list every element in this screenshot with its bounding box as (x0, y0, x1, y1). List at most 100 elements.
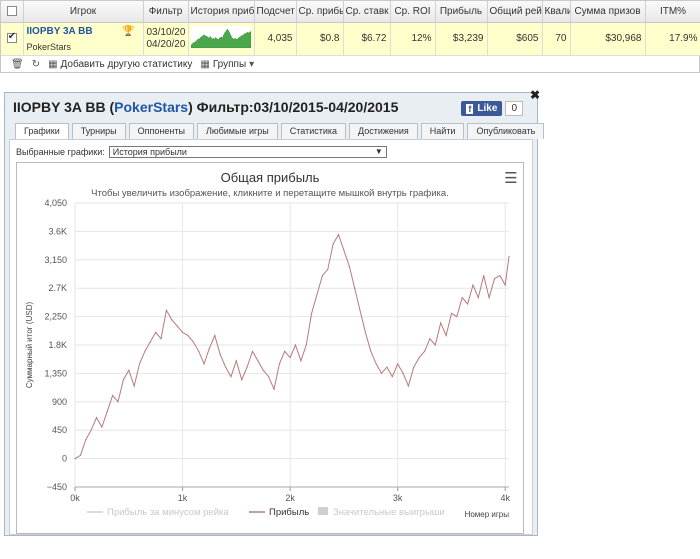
profit-data-point (402, 372, 404, 374)
select-all-checkbox[interactable] (6, 6, 17, 17)
header-profit[interactable]: Прибыль (435, 1, 488, 23)
filter-from: 03/10/20 (146, 26, 186, 38)
tab-publish[interactable]: Опубликовать (467, 123, 545, 139)
table-row[interactable]: IIOPBY 3A BB PokerStars 🏆 03/10/20 04/20… (1, 22, 700, 56)
legend-item-profit[interactable]: Прибыль (269, 507, 309, 518)
x-tick-label: 1k (178, 493, 188, 503)
chart-select-value: История прибыли (112, 147, 187, 157)
profit-data-point (257, 360, 259, 362)
profit-data-point (230, 376, 232, 378)
header-prize-sum[interactable]: Сумма призов (570, 1, 646, 23)
groups-label: Группы (212, 59, 247, 70)
profit-data-point (508, 256, 510, 258)
profit-data-point (273, 388, 275, 390)
profit-data-point (106, 410, 108, 412)
profit-data-point (165, 309, 167, 311)
tab-find[interactable]: Найти (420, 123, 465, 139)
profit-data-point (171, 319, 173, 321)
row-checkbox[interactable] (6, 31, 17, 44)
y-tick-label: 1.8K (48, 340, 67, 350)
trash-icon[interactable]: 🗑 (11, 59, 24, 70)
profit-data-point (359, 309, 361, 311)
chart-subtitle: Чтобы увеличить изображение, кликните и … (91, 188, 449, 199)
header-qual[interactable]: Квали (542, 1, 571, 23)
header-filter[interactable]: Фильтр (143, 1, 189, 23)
header-total-rake[interactable]: Общий рейк (487, 1, 543, 23)
y-axis-label: Суммарный итог (USD) (25, 302, 34, 389)
profit-data-point (294, 344, 297, 346)
y-tick-label: 900 (52, 397, 67, 407)
window-tabs: Графики Турниры Оппоненты Любимые игры С… (15, 123, 545, 139)
header-avg-profit[interactable]: Ср. прибы (296, 1, 344, 23)
menu-icon[interactable]: ☰ (504, 169, 517, 187)
total-rake-cell: $605 (487, 22, 543, 56)
header-player[interactable]: Игрок (23, 1, 144, 23)
tab-opponents[interactable]: Оппоненты (128, 123, 194, 139)
y-tick-label: 1,350 (44, 368, 67, 378)
profit-data-point (300, 360, 302, 362)
chart-selector-row: Выбранные графики: История прибыли ▼ (16, 146, 387, 158)
profit-data-point (268, 376, 270, 378)
profit-data-point (289, 357, 291, 359)
y-tick-label: 3,150 (44, 255, 67, 265)
qual-cell: 70 (542, 22, 571, 56)
header-avg-stake[interactable]: Ср. ставк (343, 1, 391, 23)
legend-item-net-profit[interactable]: Прибыль за минусом рейка (107, 507, 229, 518)
profit-data-point (407, 385, 409, 387)
header-select[interactable] (1, 1, 24, 23)
close-icon[interactable]: ✖ (529, 89, 541, 101)
header-profit-history[interactable]: История прибы (188, 1, 255, 23)
groups-dropdown[interactable]: ▦ Группы ▾ (200, 59, 254, 70)
profit-sparkline[interactable] (190, 26, 251, 49)
refresh-icon[interactable]: ↻ (32, 59, 40, 70)
add-stats-button[interactable]: ▦ Добавить другую статистику (48, 59, 192, 70)
player-cell[interactable]: IIOPBY 3A BB PokerStars 🏆 (23, 22, 144, 56)
fb-like-label: Like (477, 103, 498, 114)
legend-item-big-wins[interactable]: Значительные выигрыши (333, 507, 445, 518)
y-tick-label: 2.7K (48, 283, 67, 293)
profit-data-point (241, 379, 243, 381)
avg-roi-cell: 12% (390, 22, 436, 56)
profit-data-point (101, 426, 103, 428)
player-window: ✖ IIOPBY 3A BB (PokerStars) Фильтр:03/10… (4, 89, 545, 536)
profit-chart-svg[interactable]: Общая прибыль Чтобы увеличить изображение… (17, 163, 523, 533)
chart-select[interactable]: История прибыли ▼ (108, 146, 387, 158)
profit-history-cell[interactable] (188, 22, 255, 56)
itm-cell: 17.9% (645, 22, 700, 56)
header-count[interactable]: Подсчет (254, 1, 297, 23)
profit-chart[interactable]: Общая прибыль Чтобы увеличить изображение… (16, 162, 524, 534)
y-tick-label: 2,250 (44, 312, 67, 322)
profit-data-point (79, 454, 81, 456)
row-select[interactable] (1, 22, 24, 56)
profit-data-point (337, 234, 340, 236)
avg-profit-cell: $0.8 (296, 22, 344, 56)
stats-toolbar: 🗑 ↻ ▦ Добавить другую статистику ▦ Групп… (1, 56, 699, 73)
profit-series-line (74, 233, 510, 460)
chart-title: Общая прибыль (221, 170, 320, 185)
profit-data-point (251, 350, 254, 352)
title-filter: Фильтр:03/10/2015-04/20/2015 (196, 99, 399, 115)
profit-data-point (386, 366, 388, 368)
tab-achievements[interactable]: Достижения (349, 123, 418, 139)
tab-statistics[interactable]: Статистика (280, 123, 347, 139)
legend-swatch-big-wins (318, 507, 328, 515)
facebook-icon: f (466, 103, 474, 114)
y-tick-label: 4,050 (44, 198, 67, 208)
profit-data-point (477, 297, 479, 299)
add-table-icon: ▦ (48, 59, 58, 70)
profit-data-point (155, 331, 157, 333)
profit-data-point (284, 350, 286, 352)
tab-tournaments[interactable]: Турниры (71, 123, 126, 139)
y-tick-label: −450 (47, 482, 67, 492)
header-itm[interactable]: ITM% (645, 1, 700, 23)
title-player: IIOPBY 3A BB (13, 99, 106, 115)
profit-data-point (467, 303, 469, 305)
fb-like-button[interactable]: f Like (461, 101, 503, 116)
profit-data-point (504, 284, 506, 286)
title-site-link[interactable]: PokerStars (114, 99, 188, 115)
tab-favorite-games[interactable]: Любимые игры (196, 123, 278, 139)
x-tick-label: 4k (500, 493, 510, 503)
profit-data-point (138, 363, 141, 365)
header-avg-roi[interactable]: Ср. ROI (390, 1, 436, 23)
tab-charts[interactable]: Графики (15, 123, 69, 139)
